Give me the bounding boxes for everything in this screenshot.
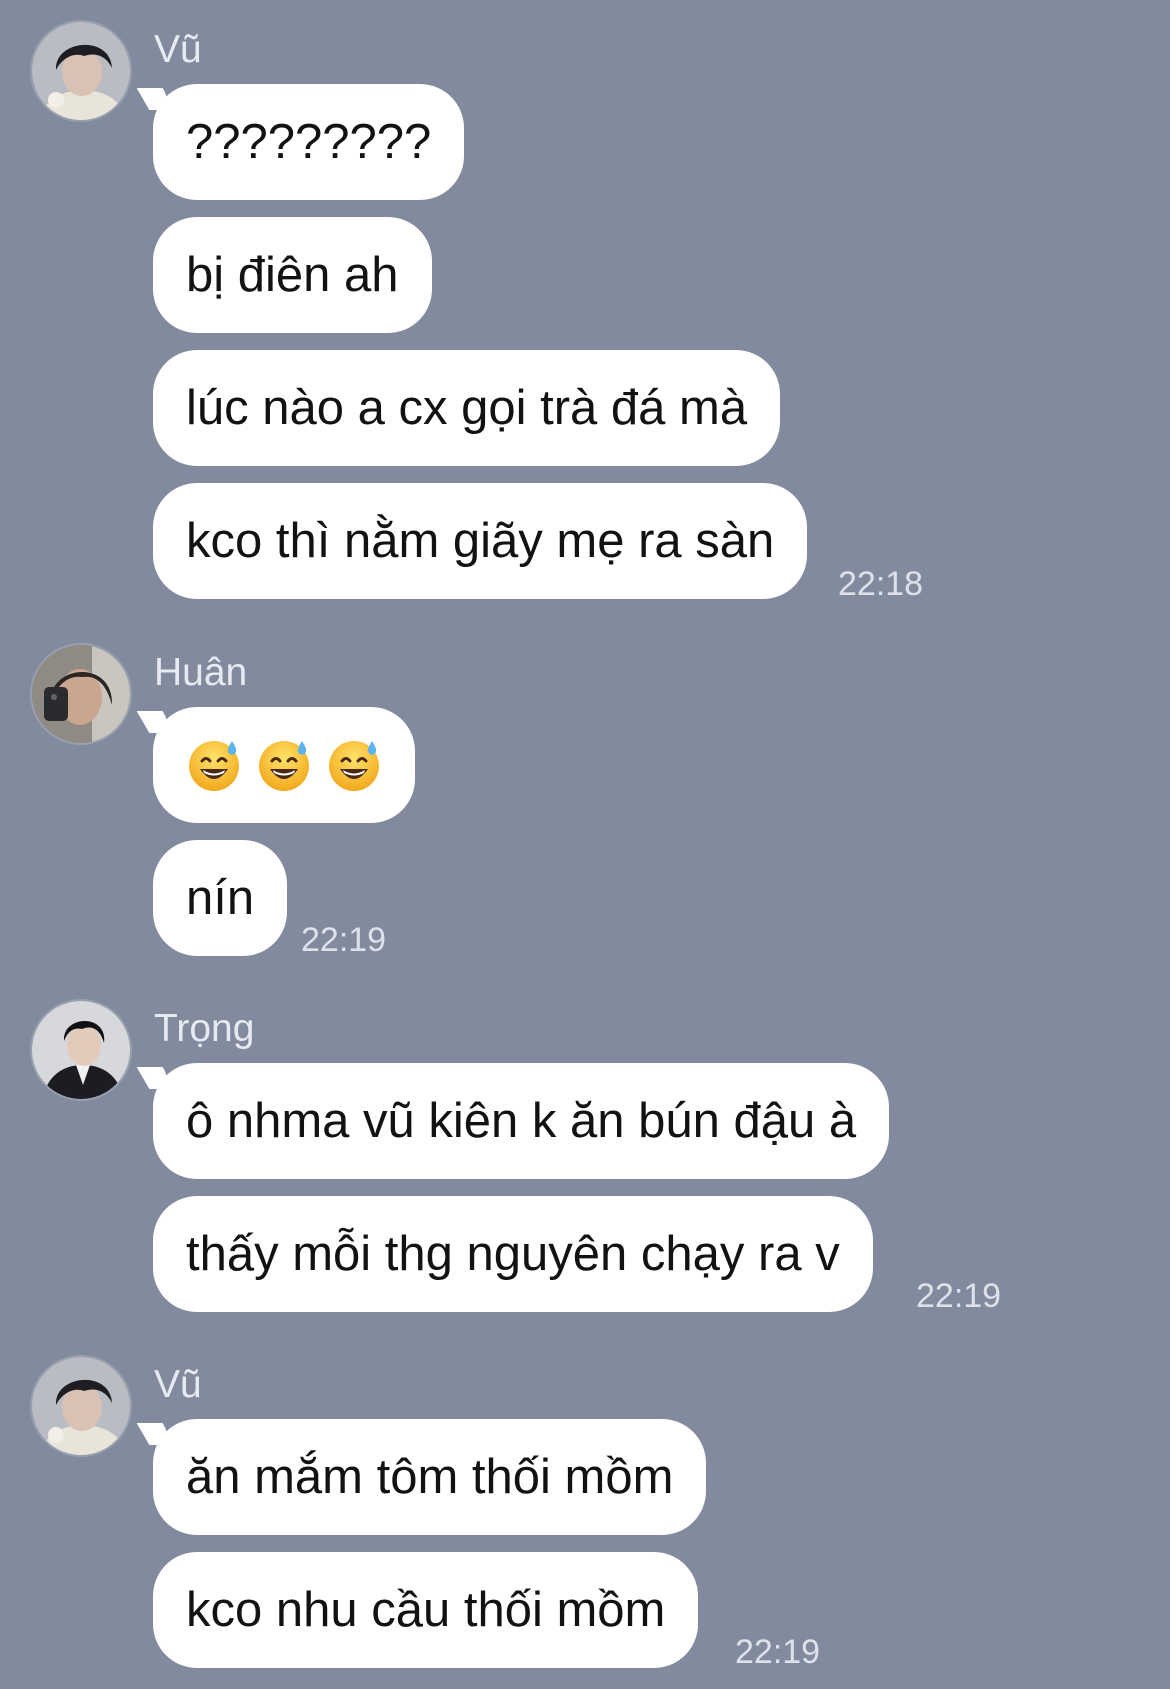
message-bubble[interactable]: thấy mỗi thg nguyên chạy ra v bbox=[153, 1196, 873, 1312]
sender-name: Vũ bbox=[154, 28, 202, 71]
profile-photo-icon bbox=[32, 1001, 130, 1099]
message-bubble[interactable]: bị điên ah bbox=[153, 217, 432, 333]
message-text: bị điên ah bbox=[186, 248, 399, 302]
profile-photo-icon bbox=[32, 1357, 130, 1455]
grinning-face-with-sweat-icon bbox=[259, 741, 309, 791]
emoji-row bbox=[186, 737, 382, 793]
message-timestamp: 22:19 bbox=[735, 1633, 821, 1671]
avatar-trong[interactable] bbox=[30, 999, 132, 1101]
avatar-vu[interactable] bbox=[30, 20, 132, 122]
profile-photo-icon bbox=[32, 645, 130, 743]
sender-name: Trọng bbox=[154, 1007, 255, 1050]
avatar-huan[interactable] bbox=[30, 643, 132, 745]
message-text: nín bbox=[186, 871, 255, 925]
profile-photo-icon bbox=[32, 22, 130, 120]
message-text: kco nhu cầu thối mồm bbox=[186, 1583, 666, 1637]
message-text: kco thì nằm giãy mẹ ra sàn bbox=[186, 514, 775, 568]
sender-name: Huân bbox=[154, 651, 248, 694]
message-bubble[interactable]: ô nhma vũ kiên k ăn bún đậu à bbox=[153, 1063, 890, 1179]
message-timestamp: 22:19 bbox=[916, 1277, 1002, 1315]
message-bubble[interactable] bbox=[153, 707, 415, 823]
avatar-vu[interactable] bbox=[30, 1355, 132, 1457]
message-text: ô nhma vũ kiên k ăn bún đậu à bbox=[186, 1094, 857, 1148]
message-text: thấy mỗi thg nguyên chạy ra v bbox=[186, 1227, 840, 1281]
message-text: ăn mắm tôm thối mồm bbox=[186, 1450, 674, 1504]
message-bubble[interactable]: nín bbox=[153, 840, 288, 956]
message-timestamp: 22:19 bbox=[301, 921, 387, 959]
message-bubble[interactable]: kco thì nằm giãy mẹ ra sàn bbox=[153, 483, 808, 599]
message-text: ????????? bbox=[186, 115, 432, 169]
sender-name: Vũ bbox=[154, 1363, 202, 1406]
message-timestamp: 22:18 bbox=[838, 565, 924, 603]
message-bubble[interactable]: ăn mắm tôm thối mồm bbox=[153, 1419, 707, 1535]
message-bubble[interactable]: lúc nào a cx gọi trà đá mà bbox=[153, 350, 781, 466]
message-bubble[interactable]: ????????? bbox=[153, 84, 465, 200]
message-bubble[interactable]: kco nhu cầu thối mồm bbox=[153, 1552, 699, 1668]
grinning-face-with-sweat-icon bbox=[329, 741, 379, 791]
message-text: lúc nào a cx gọi trà đá mà bbox=[186, 381, 748, 435]
grinning-face-with-sweat-icon bbox=[189, 741, 239, 791]
